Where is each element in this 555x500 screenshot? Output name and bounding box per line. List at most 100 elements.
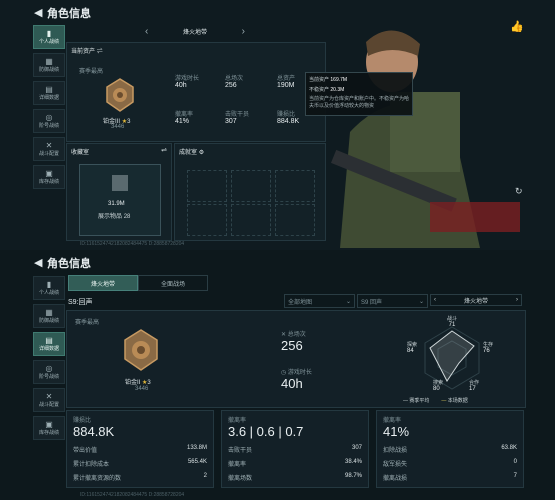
season-label: 烽火地带 [182, 29, 207, 36]
radar-label-explore: 探索 84 [407, 342, 418, 354]
mode-switcher: ‹ 烽火地带 › [430, 294, 522, 306]
stat-assets: 总资产 190M [277, 76, 296, 89]
refresh-icon[interactable]: ↻ [515, 186, 523, 197]
asset-tooltip: 当前资产 169.7M 不稳资产 20.3M 当前资产为仓库资产和账户中。不稳资… [305, 72, 413, 116]
prev-arrow-icon[interactable]: ‹ [434, 297, 436, 303]
rank-line: 铂金II ★3 [125, 380, 151, 386]
sidebar: ▮ 个人战绩 ▦ 防御战绩 ▤ 详细数据 ◎ 阶号战绩 ✕ 战斗配置 ▣ 库存战绩 [33, 276, 65, 440]
sidebar: ▮ 个人战绩 ▦ 防御战绩 ▤ 详细数据 ◎ 阶号战绩 ✕ 战斗配置 ▣ 库存战绩 [33, 25, 65, 189]
total-matches-block: ✕ 总场次 256 [281, 332, 306, 353]
box-icon: ▣ [45, 419, 53, 429]
achievement-slot[interactable] [187, 170, 227, 202]
rank-caption: 赛季最高 [79, 69, 104, 75]
map-filter[interactable]: 全部地图 ⌄ [284, 294, 355, 308]
total-matches-value: 256 [281, 338, 303, 353]
legend-current: — 本场数据 [441, 398, 468, 404]
tab-extraction[interactable]: 烽火地带 [68, 275, 138, 291]
chart-icon: ▮ [46, 28, 52, 38]
chevron-down-icon: ⌄ [345, 298, 351, 305]
rank-points: 3446 [111, 124, 125, 130]
stat-card: 撤离率 41% 扣除战损 63.8K 敌军损失 0 撤离战损 7 [376, 410, 524, 488]
sidebar-item-loadout[interactable]: ✕ 战斗配置 [33, 137, 65, 161]
tooltip-desc: 当前资产为仓库资产和账户中。不稳资产为哈夫币以及价值浮动较大的物资 [309, 96, 410, 109]
achievement-slot[interactable] [275, 170, 315, 202]
collection-panel: 收藏室 ⇌ 31.9M 展示物品 28 [66, 143, 172, 241]
swap-icon[interactable]: ⇌ [161, 146, 167, 154]
bars-icon: ▤ [45, 84, 53, 94]
stat-card: 撤离率 3.6 | 0.6 | 0.7 击败干员 307 撤离率 38.4% 撤离场… [221, 410, 369, 488]
grid-icon: ▦ [45, 56, 53, 66]
page-title: 角色信息 [47, 257, 91, 270]
asset-panel: 当前资产 ⇌ 赛季最高 铂金III ★3 3446 游戏时长 40h 总场次 256… [66, 42, 326, 142]
radar-label-survival: 生存 76 [483, 342, 494, 354]
season-filter[interactable]: S9 回声 ⌄ [357, 294, 428, 308]
tools-icon: ✕ [45, 140, 53, 150]
stat-extract-rate: 撤离率 41% [175, 112, 194, 125]
achievement-slot[interactable] [231, 170, 271, 202]
achievement-slot[interactable] [231, 204, 271, 236]
back-arrow-icon[interactable]: ◀ [34, 256, 42, 269]
sidebar-item-loadout[interactable]: ✕ 战斗配置 [33, 388, 65, 412]
stat-row: 扣除战损 63.8K [383, 445, 517, 454]
medal-icon: ◎ [45, 363, 53, 373]
tooltip-line2: 不稳资产 20.3M [309, 87, 345, 93]
stat-profit: 赚损比 884.8K [277, 112, 300, 125]
medal-icon: ◎ [45, 112, 53, 122]
stat-row: 撤离战损 7 [383, 473, 517, 482]
stat-row: 累计撤离资源的数 2 [73, 473, 207, 482]
sidebar-item-rank[interactable]: ◎ 阶号战绩 [33, 360, 65, 384]
stat-row: 撤离场数 98.7% [228, 473, 362, 482]
tools-icon: ✕ [45, 391, 53, 401]
overview-panel: 赛季最高 铂金II ★3 3446 ✕ 总场次 256 ◷ 游戏时长 40h 战… [66, 310, 526, 408]
stat-row: 撤离率 38.4% [228, 459, 362, 468]
season-title: S9:回声 [68, 299, 93, 306]
gear-icon[interactable]: ⚙ [199, 150, 204, 156]
sidebar-item-detail[interactable]: ▤ 详细数据 [33, 81, 65, 105]
playtime-block: ◷ 游戏时长 40h [281, 370, 312, 391]
radar-legend: — 赛季平均 — 本场数据 [403, 397, 468, 404]
next-arrow-icon[interactable]: › [242, 26, 245, 37]
rank-caption: 赛季最高 [75, 320, 100, 326]
sidebar-item-defense[interactable]: ▦ 防御战绩 [33, 304, 65, 328]
radar-label-search: 搜索 80 [433, 380, 444, 392]
legend-season-avg: — 赛季平均 [403, 398, 430, 404]
swap-icon[interactable]: ⇌ [97, 49, 103, 55]
sidebar-item-rank[interactable]: ◎ 阶号战绩 [33, 109, 65, 133]
stat-row: 击败干员 307 [228, 445, 362, 454]
sidebar-item-personal[interactable]: ▮ 个人战绩 [33, 276, 65, 300]
playtime-value: 40h [281, 376, 303, 391]
collection-title: 收藏室 [71, 150, 90, 156]
bottom-screen: ◀ 角色信息 ▮ 个人战绩 ▦ 防御战绩 ▤ 详细数据 ◎ 阶号战绩 ✕ 战斗配置 ▣ 库存… [0, 250, 555, 500]
stat-row: 带出价值 133.8M [73, 445, 207, 454]
rank-emblem [123, 329, 159, 371]
stat-playtime: 游戏时长 40h [175, 76, 200, 89]
uid-text: ID:1161524742182082484475 D:28858728204 [80, 492, 185, 498]
grid-icon: ▦ [45, 307, 53, 317]
achievement-slot[interactable] [275, 204, 315, 236]
season-switcher: ‹ 烽火地带 › [145, 24, 245, 38]
achievement-slot[interactable] [187, 204, 227, 236]
like-icon[interactable]: 👍 [510, 20, 524, 33]
collection-value: 31.9M [108, 201, 125, 207]
sidebar-item-personal[interactable]: ▮ 个人战绩 [33, 25, 65, 49]
prev-arrow-icon[interactable]: ‹ [145, 26, 148, 37]
sidebar-item-storage[interactable]: ▣ 库存战绩 [33, 416, 65, 440]
sidebar-item-defense[interactable]: ▦ 防御战绩 [33, 53, 65, 77]
tab-warfare[interactable]: 全面战场 [138, 275, 208, 291]
collection-count: 展示物品 28 [98, 214, 131, 220]
character-portrait [330, 22, 520, 248]
achievement-panel: 成就室 ⚙ [174, 143, 326, 241]
collection-card[interactable]: 31.9M 展示物品 28 [79, 164, 161, 236]
back-arrow-icon[interactable]: ◀ [34, 6, 42, 19]
stat-row: 累计扣除成本 565.4K [73, 459, 207, 468]
chart-icon: ▮ [46, 279, 52, 289]
sidebar-item-detail[interactable]: ▤ 详细数据 [33, 332, 65, 356]
page-title: 角色信息 [47, 7, 91, 20]
next-arrow-icon[interactable]: › [516, 297, 518, 303]
radar-chart: 战斗 71 生存 76 合作 17 搜索 80 探索 84 — 赛季平均 — 本场数据 [397, 315, 517, 405]
bars-icon: ▤ [45, 335, 53, 345]
sidebar-item-storage[interactable]: ▣ 库存战绩 [33, 165, 65, 189]
stat-card: 赚损比 884.8K 带出价值 133.8M 累计扣除成本 565.4K 累计撤离资… [66, 410, 214, 488]
stat-card-value: 41% [383, 424, 410, 439]
rank-emblem [105, 78, 135, 112]
